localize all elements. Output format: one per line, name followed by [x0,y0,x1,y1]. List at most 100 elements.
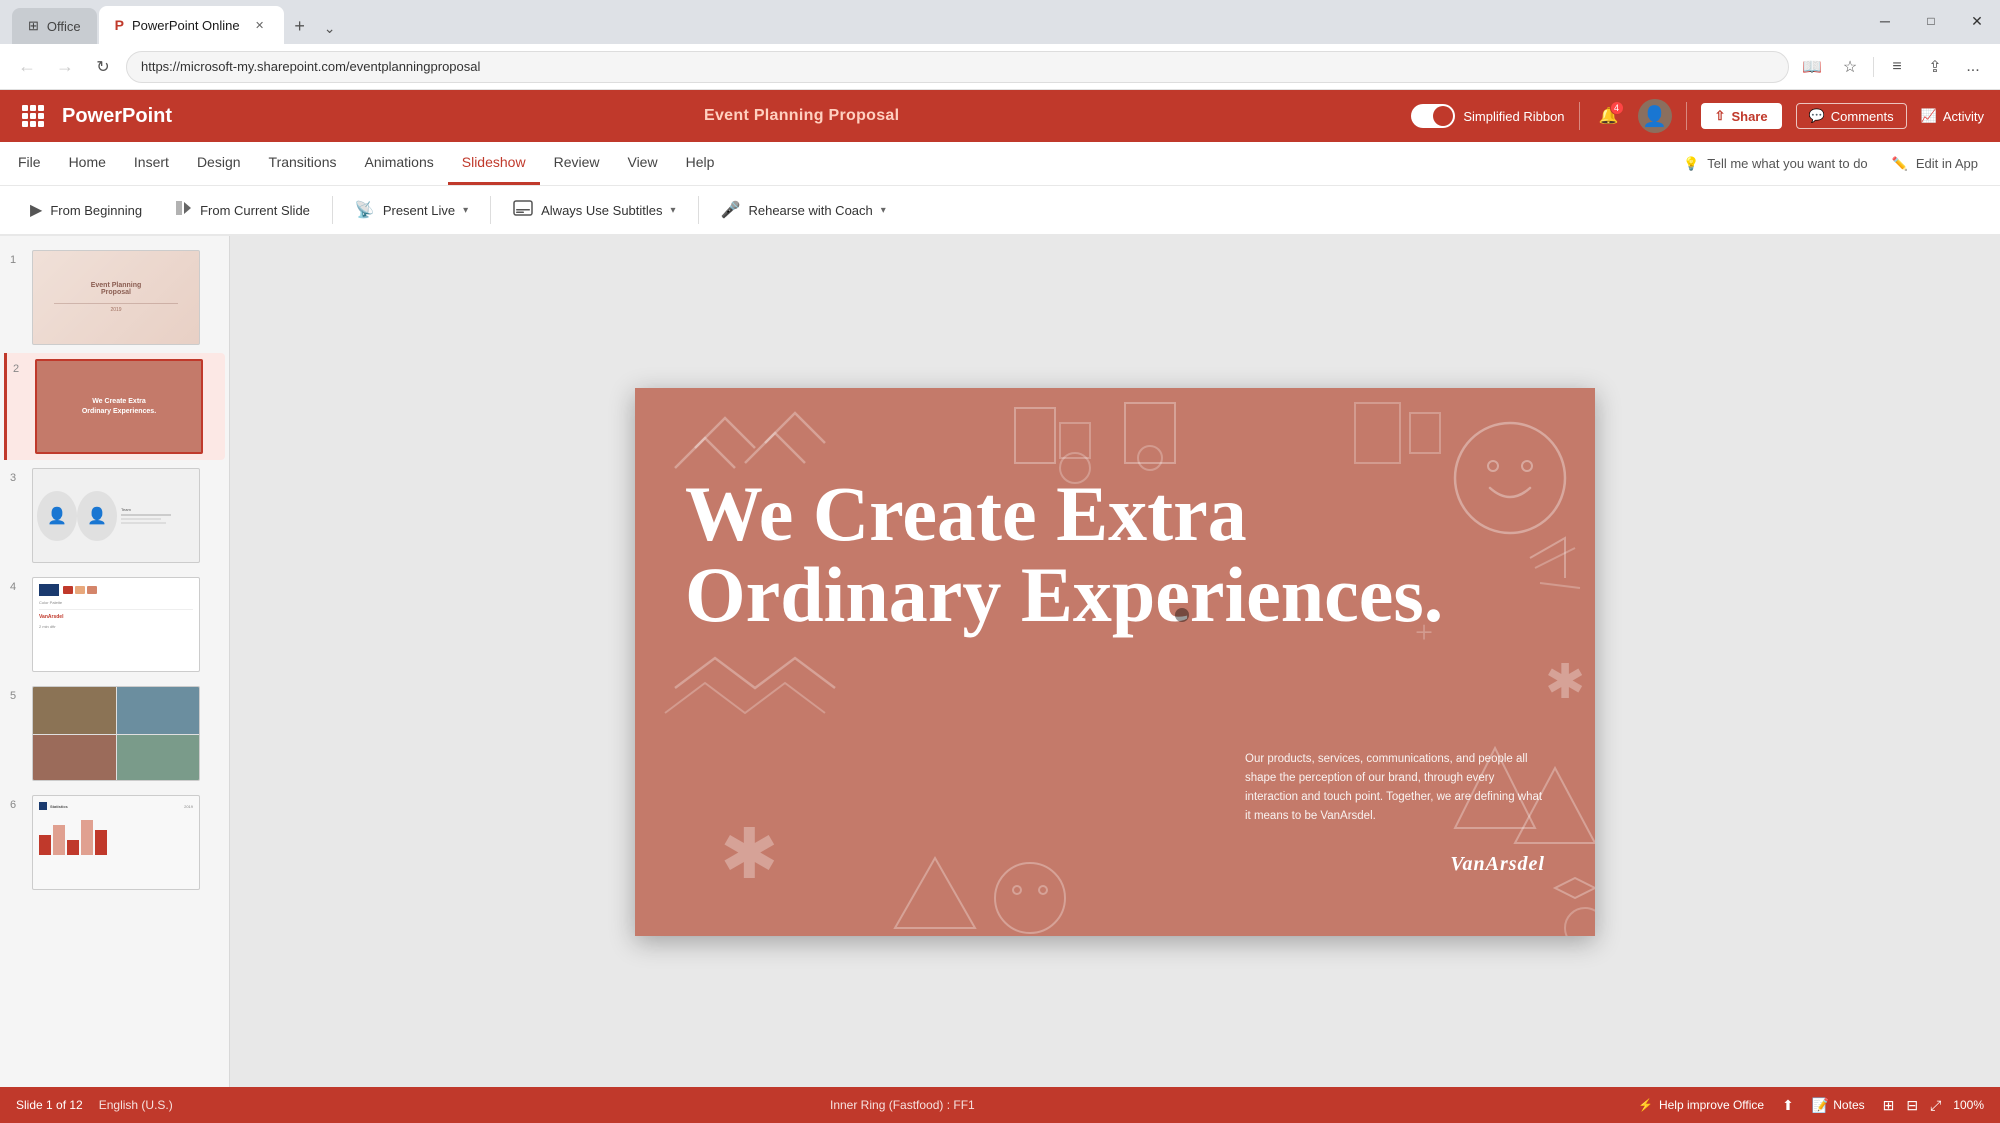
refresh-button[interactable]: ↻ [88,52,118,82]
close-button[interactable]: ✕ [1954,6,2000,36]
activity-icon: 📈 [1921,108,1937,124]
menu-design[interactable]: Design [183,142,255,185]
cursor [1175,608,1189,622]
status-bar: Slide 1 of 12 English (U.S.) Inner Ring … [0,1087,2000,1123]
present-live-button[interactable]: 📡 Present Live ▾ [341,194,482,226]
subtitles-icon [513,200,533,221]
tell-me-button[interactable]: 💡 Tell me what you want to do [1673,152,1878,176]
from-beginning-button[interactable]: ▶ From Beginning [16,194,156,226]
back-button[interactable]: ← [12,52,42,82]
subtitles-button[interactable]: Always Use Subtitles ▾ [499,194,689,227]
rehearse-icon: 🎤 [721,200,741,220]
slide-number-2: 2 [13,359,29,375]
slide-number-6: 6 [10,795,26,811]
home-tab-icon: ⊞ [28,18,39,34]
ppt-tab-label: PowerPoint Online [132,18,240,33]
slide-thumbnail-4: Color Palette VanArsdel 2 min dftr [32,577,200,672]
slide-thumbnail-2: We Create ExtraOrdinary Experiences. [35,359,203,454]
rehearse-dropdown-icon: ▾ [881,205,886,216]
present-live-icon: 📡 [355,200,375,220]
slide-thumbnail-1: Event PlanningProposal 2019 [32,250,200,345]
help-icon: ⚡ [1638,1098,1653,1112]
ring-info: Inner Ring (Fastfood) : FF1 [173,1098,1632,1112]
menu-file[interactable]: File [4,142,55,185]
simplified-ribbon-toggle[interactable] [1411,104,1455,128]
menu-slideshow[interactable]: Slideshow [448,142,540,185]
user-avatar[interactable]: 👤 [1638,99,1672,133]
forward-button[interactable]: → [50,52,80,82]
settings-button[interactable]: ≡ [1882,52,1912,82]
notes-icon: 📝 [1812,1097,1829,1114]
slide-item-4[interactable]: 4 Color Palette VanArsdel 2 min dftr [4,571,225,678]
share-button[interactable]: ⇧ Share [1701,103,1782,129]
menu-animations[interactable]: Animations [350,142,447,185]
edit-icon: ✏️ [1892,156,1908,172]
svg-text:✱: ✱ [720,817,779,894]
tab-close-icon[interactable]: ✕ [252,17,268,33]
notes-button[interactable]: 📝 Notes [1806,1095,1871,1116]
help-improve-button[interactable]: ⚡ Help improve Office [1632,1096,1770,1114]
play-from-start-icon: ▶ [30,200,42,220]
slide-count-info: Slide 1 of 12 [16,1098,83,1112]
menu-insert[interactable]: Insert [120,142,183,185]
favorites-button[interactable]: ☆ [1835,52,1865,82]
waffle-menu-button[interactable] [16,99,50,133]
activity-button[interactable]: 📈 Activity [1921,108,1984,124]
notifications-button[interactable]: 🔔 4 [1594,101,1624,131]
slide-item-6[interactable]: 6 Statistics 2019 [4,789,225,896]
tab-dropdown-button[interactable]: ⌄ [318,16,342,40]
slide-item-3[interactable]: 3 👤 👤 Team [4,462,225,569]
new-tab-button[interactable]: + [286,12,314,40]
maximize-button[interactable]: □ [1908,6,1954,36]
app-header: PowerPoint Event Planning Proposal Simpl… [0,90,2000,142]
slide-item-1[interactable]: 1 Event PlanningProposal 2019 [4,244,225,351]
slide-number-3: 3 [10,468,26,484]
navigation-bar: ← → ↻ https://microsoft-my.sharepoint.co… [0,44,2000,90]
edit-in-app-button[interactable]: ✏️ Edit in App [1882,152,1988,176]
menu-review[interactable]: Review [540,142,614,185]
slide-thumbnail-3: 👤 👤 Team [32,468,200,563]
rehearse-coach-button[interactable]: 🎤 Rehearse with Coach ▾ [707,194,900,226]
lightbulb-icon: 💡 [1683,156,1699,172]
slide-number-1: 1 [10,250,26,266]
zoom-level: 100% [1953,1098,1984,1112]
presenter-view-button[interactable]: ⊟ [1906,1097,1918,1114]
ppt-tab-icon: P [115,17,124,33]
from-current-slide-button[interactable]: From Current Slide [160,193,324,228]
tab-home[interactable]: ⊞ Office [12,8,97,44]
slide-headline: We Create Extra Ordinary Experiences. [685,473,1443,637]
ribbon-menu: File Home Insert Design Transitions Anim… [0,142,2000,186]
browser-chrome: ─ □ ✕ ⊞ Office P PowerPoint Online ✕ + ⌄ [0,0,2000,44]
home-tab-label: Office [47,19,81,34]
subtitles-dropdown-icon: ▾ [671,205,676,216]
slide-item-2[interactable]: 2 We Create ExtraOrdinary Experiences. [4,353,225,460]
menu-help[interactable]: Help [672,142,729,185]
slide-brand-name: VanArsdel [1450,853,1545,876]
upload-button[interactable]: ⬆ [1782,1097,1794,1114]
tab-powerpoint[interactable]: P PowerPoint Online ✕ [99,6,284,44]
canvas-area: ✱ + ✱ ✕ [230,236,2000,1087]
present-live-dropdown-icon: ▾ [463,205,468,216]
slide-view-button[interactable]: ⊞ [1883,1097,1895,1114]
slide-number-5: 5 [10,686,26,702]
share-nav-button[interactable]: ⇪ [1920,52,1950,82]
language-info: English (U.S.) [99,1098,173,1112]
address-bar[interactable]: https://microsoft-my.sharepoint.com/even… [126,51,1789,83]
svg-text:✱: ✱ [1545,656,1585,709]
comments-button[interactable]: 💬 Comments [1796,103,1907,129]
minimize-button[interactable]: ─ [1862,6,1908,36]
slide-description: Our products, services, communications, … [1245,750,1545,826]
read-mode-button[interactable]: 📖 [1797,52,1827,82]
slide-thumbnail-5 [32,686,200,781]
app-name: PowerPoint [62,105,172,128]
fit-slide-button[interactable]: ⤢ [1930,1097,1941,1114]
slide-item-5[interactable]: 5 [4,680,225,787]
menu-view[interactable]: View [613,142,671,185]
more-nav-button[interactable]: ... [1958,52,1988,82]
slide-canvas[interactable]: ✱ + ✱ ✕ [635,388,1595,936]
slides-panel: 1 Event PlanningProposal 2019 2 We Creat… [0,236,230,1087]
slideshow-toolbar: ▶ From Beginning From Current Slide 📡 Pr… [0,186,2000,236]
menu-transitions[interactable]: Transitions [255,142,351,185]
menu-home[interactable]: Home [55,142,120,185]
document-title[interactable]: Event Planning Proposal [192,107,1411,125]
